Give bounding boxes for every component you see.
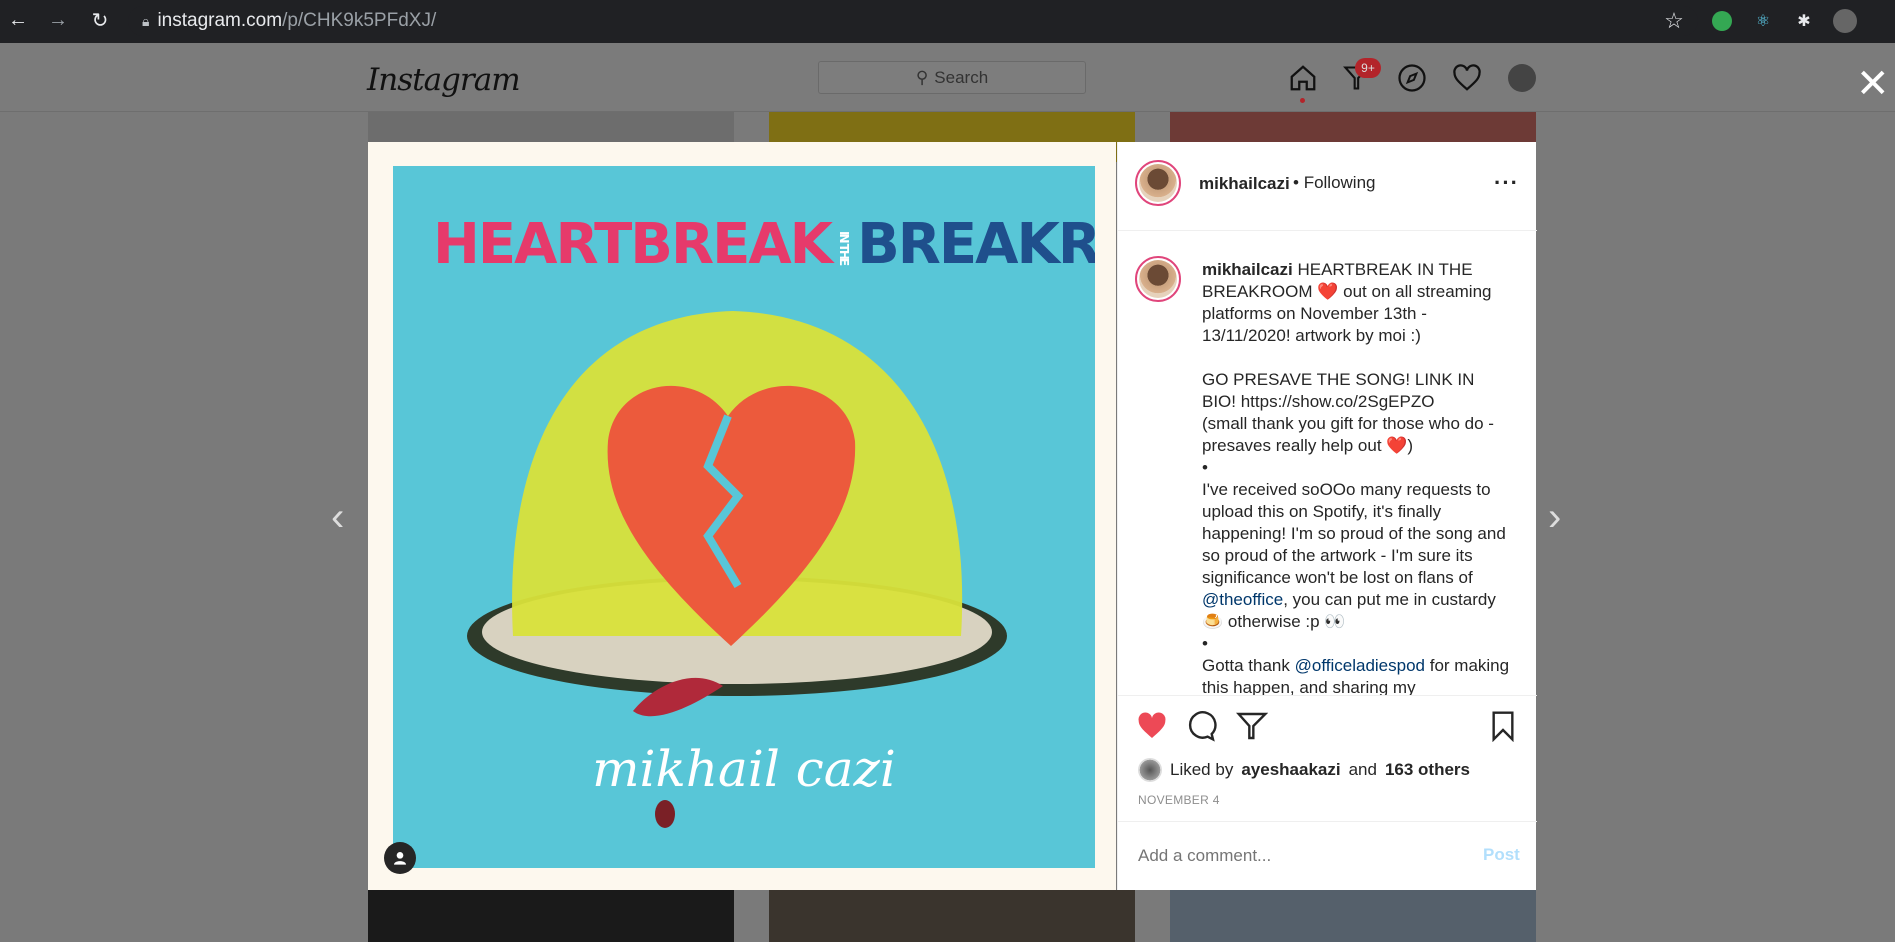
caption-username[interactable]: mikhailcazi [1202, 260, 1293, 279]
like-heart-icon[interactable] [1136, 710, 1168, 742]
search-input[interactable]: ⚲ Search [818, 61, 1086, 94]
grid-thumbnail [368, 890, 734, 942]
url-path: /p/CHK9k5PFdXJ/ [282, 10, 437, 31]
explore-icon[interactable] [1396, 62, 1428, 94]
comment-box: Post [1118, 821, 1537, 890]
caption-scroll-area[interactable]: mikhailcazi HEARTBREAK IN THE BREAKROOM … [1118, 232, 1537, 695]
home-icon[interactable] [1287, 62, 1319, 94]
save-bookmark-icon[interactable] [1487, 710, 1519, 743]
liked-by-user[interactable]: ayeshaakazi [1241, 760, 1340, 780]
comment-input[interactable] [1138, 842, 1458, 870]
react-devtools-icon[interactable]: ⚛ [1751, 9, 1775, 33]
caption-line: (small thank you gift for those who do -… [1202, 414, 1499, 455]
search-placeholder: Search [934, 67, 989, 87]
caption-line: • [1202, 458, 1208, 477]
caption-avatar[interactable] [1135, 256, 1181, 302]
post-date[interactable]: NOVEMBER 4 [1138, 793, 1220, 807]
liked-by-prefix: Liked by [1170, 760, 1234, 779]
post-caption: mikhailcazi HEARTBREAK IN THE BREAKROOM … [1202, 259, 1512, 695]
extensions-puzzle-icon[interactable]: ✱ [1792, 9, 1816, 33]
grid-thumbnail [1170, 890, 1536, 942]
caption-line: Gotta thank [1202, 656, 1290, 675]
home-active-dot [1300, 98, 1305, 103]
more-options-icon[interactable]: ··· [1494, 170, 1519, 196]
post-actions: Liked by ayeshaakazi and 163 others [1118, 695, 1537, 805]
browser-toolbar: ← → ↻ 🔒︎ instagram.com/p/CHK9k5PFdXJ/ ☆ … [0, 0, 1895, 43]
lock-icon: 🔒︎ [142, 12, 150, 29]
caption-line: GO PRESAVE THE SONG! LINK IN BIO! https:… [1202, 370, 1480, 411]
address-bar[interactable]: 🔒︎ instagram.com/p/CHK9k5PFdXJ/ [128, 6, 1698, 36]
search-icon: ⚲ [915, 67, 929, 87]
author-avatar[interactable] [1135, 160, 1181, 206]
grid-thumbnail [769, 890, 1135, 942]
url-host: instagram.com [157, 10, 283, 31]
close-modal-icon[interactable]: ✕ [1856, 64, 1890, 104]
reload-icon[interactable]: ↻ [88, 8, 112, 32]
bookmark-star-icon[interactable]: ☆ [1662, 8, 1686, 33]
instagram-logo[interactable]: Instagram [367, 62, 521, 98]
mention-link[interactable]: @theoffice [1202, 590, 1283, 609]
likes-summary: Liked by ayeshaakazi and 163 others [1138, 758, 1470, 782]
previous-post-arrow-icon[interactable]: ‹ [331, 495, 344, 540]
extension-green-icon[interactable] [1712, 11, 1732, 31]
follow-status-label: Following [1303, 173, 1376, 192]
post-artwork: HEARTBREAKIN THEBREAKROOM mikhail cazi [393, 166, 1095, 868]
follow-status[interactable]: • Following [1293, 173, 1376, 193]
tagged-users-icon[interactable] [384, 842, 416, 874]
mention-link[interactable]: @officeladiespod [1295, 656, 1425, 675]
profile-avatar-icon[interactable] [1833, 9, 1857, 33]
comment-icon[interactable] [1185, 710, 1217, 742]
share-icon[interactable] [1235, 710, 1269, 742]
post-comment-button[interactable]: Post [1483, 845, 1520, 865]
artwork-signature: mikhail cazi [592, 740, 896, 798]
liked-by-and: and [1348, 760, 1377, 779]
caption-line: I've received soOOo many requests to upl… [1202, 480, 1511, 587]
post-header: mikhailcazi • Following ··· [1118, 142, 1537, 231]
profile-icon[interactable] [1506, 62, 1538, 94]
back-icon[interactable]: ← [6, 8, 30, 32]
liker-avatar[interactable] [1138, 758, 1162, 782]
post-details-panel: mikhailcazi • Following ··· mikhailcazi … [1117, 142, 1537, 890]
notifications-badge: 9+ [1355, 58, 1381, 78]
author-username[interactable]: mikhailcazi [1199, 174, 1290, 194]
caption-line: • [1202, 634, 1208, 653]
next-post-arrow-icon[interactable]: › [1548, 495, 1561, 540]
liked-by-others[interactable]: 163 others [1385, 760, 1470, 780]
activity-heart-icon[interactable] [1451, 62, 1483, 94]
forward-icon[interactable]: → [46, 8, 70, 32]
